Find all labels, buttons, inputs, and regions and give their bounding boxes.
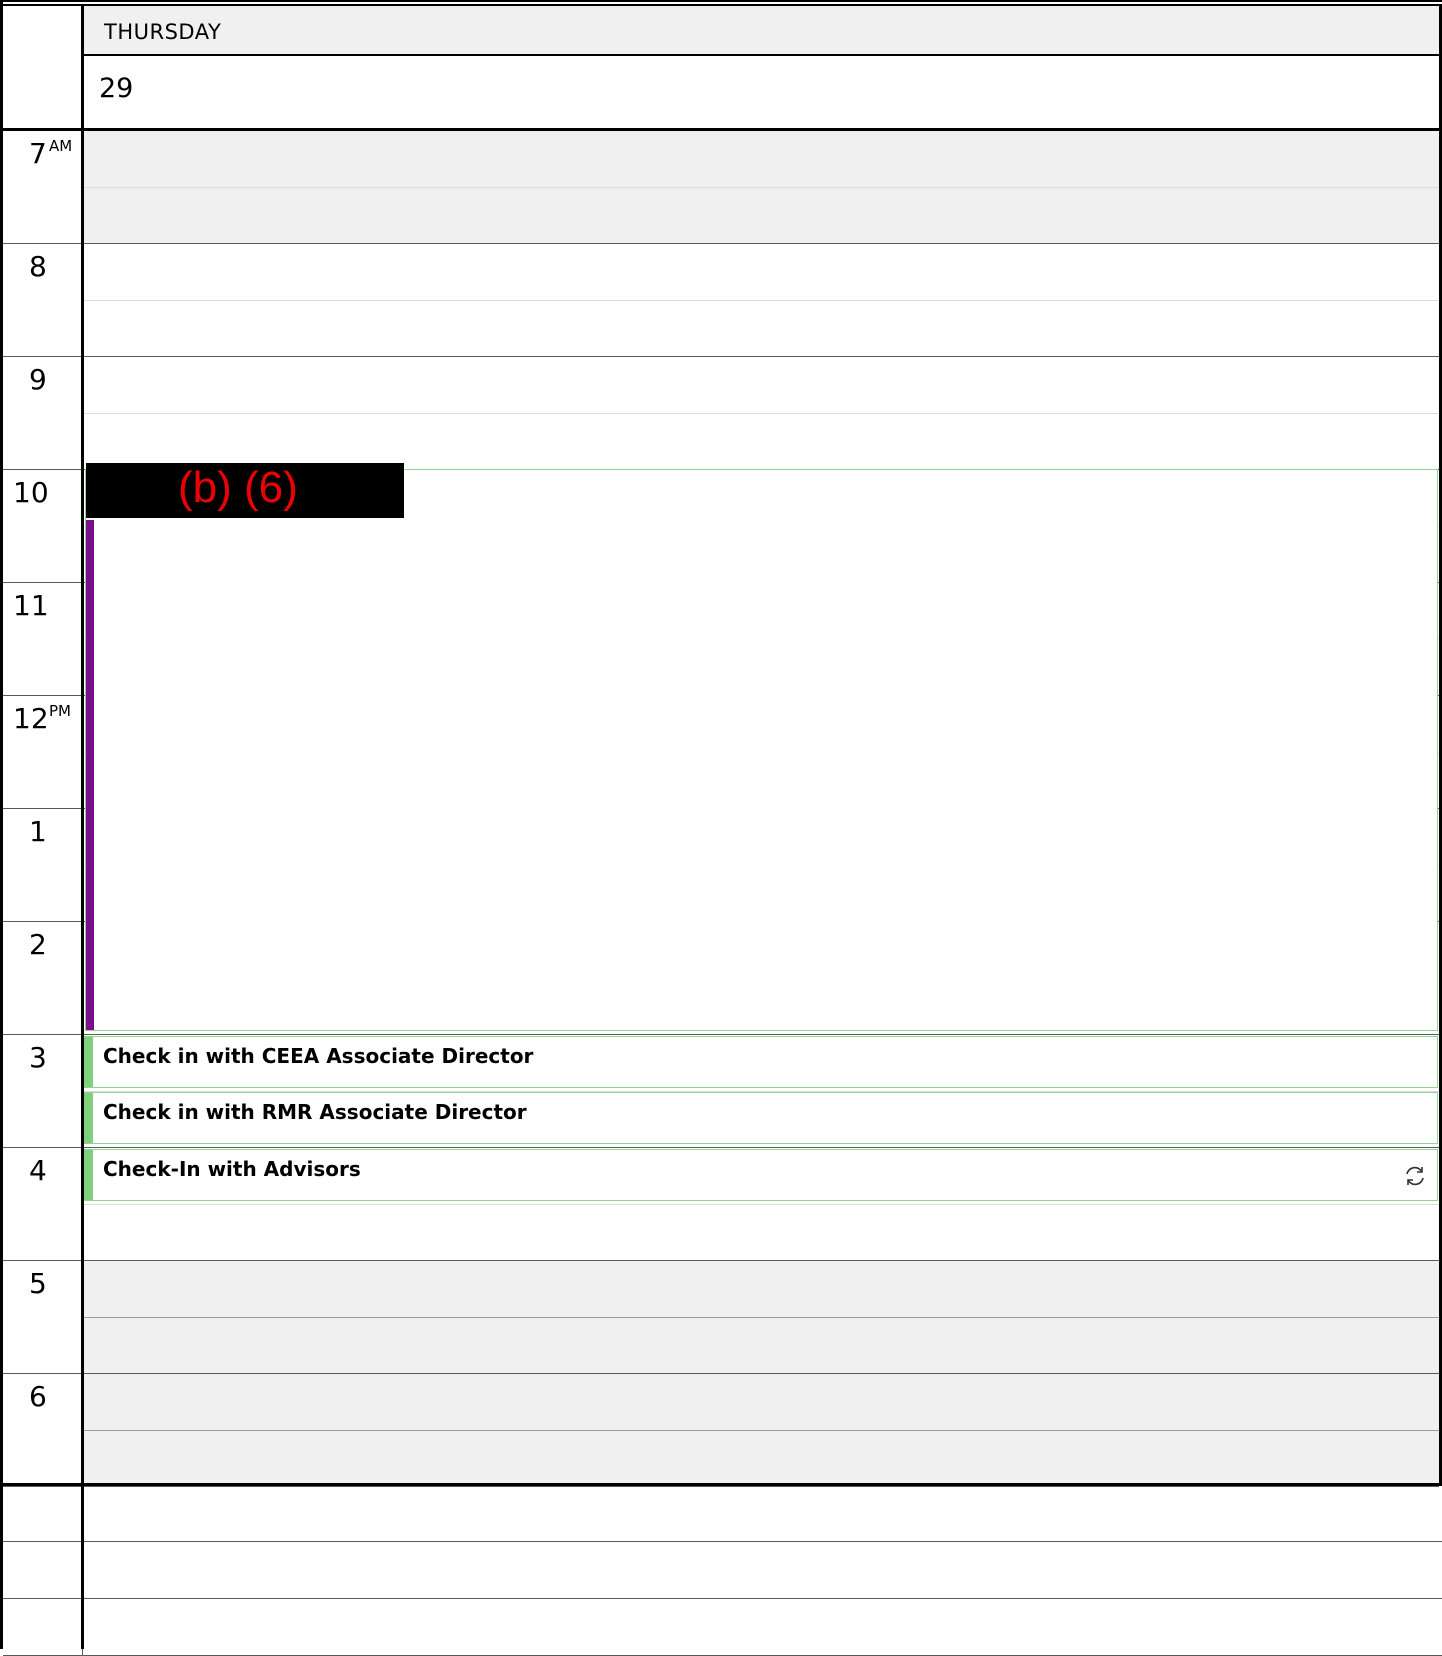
event-accent-bar bbox=[84, 1150, 93, 1200]
event-category-bar bbox=[86, 520, 94, 1030]
hour-label-9: 9 bbox=[3, 357, 81, 470]
extra-row[interactable] bbox=[3, 1600, 1442, 1656]
hour-number: 9 bbox=[29, 363, 47, 396]
hour-number: 12 bbox=[13, 702, 49, 735]
hour-number: 1 bbox=[29, 815, 47, 848]
event-title: Check-In with Advisors bbox=[103, 1157, 361, 1181]
hour-number: 5 bbox=[29, 1267, 47, 1300]
event-accent-bar bbox=[84, 1093, 93, 1143]
hour-slot-8am[interactable] bbox=[84, 244, 1439, 357]
hour-number: 8 bbox=[29, 250, 47, 283]
hour-slot-7am[interactable] bbox=[84, 131, 1439, 244]
time-gutter-divider bbox=[81, 6, 84, 1649]
hour-number: 2 bbox=[29, 928, 47, 961]
recurring-sync-icon bbox=[1406, 1166, 1424, 1186]
hour-slot-9am[interactable] bbox=[84, 357, 1439, 470]
hour-label-10: 10 bbox=[3, 470, 81, 583]
hour-label-1: 1 bbox=[3, 809, 81, 922]
hour-label-11: 11 bbox=[3, 583, 81, 696]
day-number-label: 29 bbox=[99, 73, 134, 104]
event-rmr-checkin[interactable]: Check in with RMR Associate Director bbox=[83, 1092, 1438, 1144]
event-accent-bar bbox=[84, 1037, 93, 1087]
hour-label-7: 7 AM bbox=[3, 131, 81, 244]
hour-label-3: 3 bbox=[3, 1035, 81, 1148]
event-advisors-checkin[interactable]: Check-In with Advisors bbox=[83, 1149, 1438, 1201]
hour-number: 11 bbox=[13, 589, 49, 622]
hour-period: PM bbox=[49, 702, 71, 720]
hour-number: 7 bbox=[29, 137, 47, 170]
event-ceea-checkin[interactable]: Check in with CEEA Associate Director bbox=[83, 1036, 1438, 1088]
hour-label-12: 12 PM bbox=[3, 696, 81, 809]
redaction-box: (b) (6) bbox=[86, 463, 404, 518]
hour-label-6: 6 bbox=[3, 1374, 81, 1487]
extra-row[interactable] bbox=[3, 1486, 1442, 1542]
hour-number: 4 bbox=[29, 1154, 47, 1187]
day-header-name[interactable]: THURSDAY bbox=[83, 6, 1442, 56]
day-header-number[interactable]: 29 bbox=[83, 56, 1442, 130]
extra-row[interactable] bbox=[3, 1543, 1442, 1599]
hour-label-4: 4 bbox=[3, 1148, 81, 1261]
day-name-label: THURSDAY bbox=[104, 20, 222, 44]
hour-slot-6pm[interactable] bbox=[84, 1374, 1439, 1487]
redacted-event[interactable] bbox=[85, 469, 1438, 1031]
hour-label-2: 2 bbox=[3, 922, 81, 1035]
hour-number: 6 bbox=[29, 1380, 47, 1413]
hour-slot-5pm[interactable] bbox=[84, 1261, 1439, 1374]
hour-label-5: 5 bbox=[3, 1261, 81, 1374]
hour-number: 3 bbox=[29, 1041, 47, 1074]
event-title: Check in with RMR Associate Director bbox=[103, 1100, 527, 1124]
event-title: Check in with CEEA Associate Director bbox=[103, 1044, 534, 1068]
hour-number: 10 bbox=[13, 476, 49, 509]
hour-label-8: 8 bbox=[3, 244, 81, 357]
hour-period: AM bbox=[49, 137, 73, 155]
redaction-label: (b) (6) bbox=[178, 463, 298, 512]
